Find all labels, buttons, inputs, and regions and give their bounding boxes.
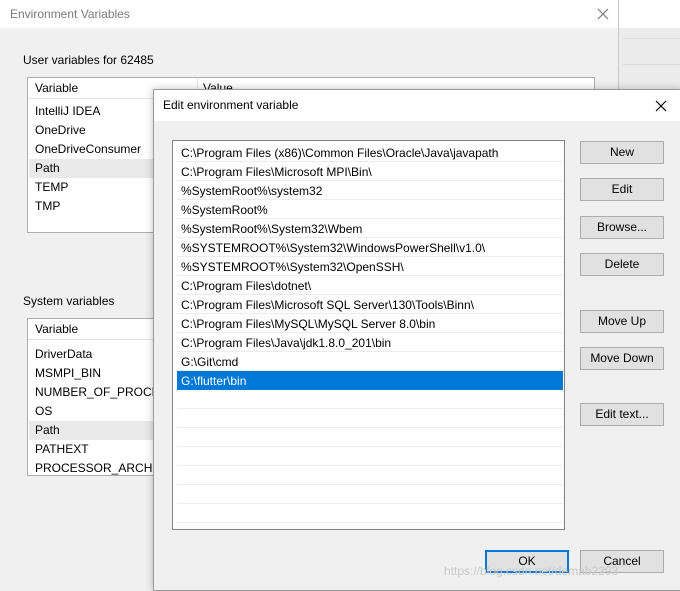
delete-button[interactable]: Delete <box>580 253 664 276</box>
path-list-item[interactable] <box>177 390 563 409</box>
path-text: C:\Program Files (x86)\Common Files\Orac… <box>181 146 499 160</box>
dialog-titlebar: Edit environment variable <box>154 90 680 121</box>
path-list-item[interactable]: %SystemRoot%\System32\Wbem <box>177 219 563 238</box>
bg-window-title: Environment Variables <box>10 7 130 21</box>
user-variable-row[interactable]: TEMP <box>35 178 68 197</box>
bg-titlebar: Environment Variables <box>0 0 618 28</box>
watermark: https://blog.csdn.net/demab2293 <box>444 564 619 578</box>
user-variable-row[interactable]: IntelliJ IDEA <box>35 102 100 121</box>
divider <box>623 38 680 39</box>
path-list[interactable]: C:\Program Files (x86)\Common Files\Orac… <box>172 140 565 530</box>
path-text: %SystemRoot%\system32 <box>181 184 323 198</box>
path-list-item[interactable] <box>177 447 563 466</box>
path-list-item[interactable]: G:\flutter\bin <box>177 371 563 390</box>
system-variable-row[interactable]: MSMPI_BIN <box>35 364 101 383</box>
path-list-item[interactable]: C:\Program Files\Microsoft MPI\Bin\ <box>177 162 563 181</box>
path-text: %SYSTEMROOT%\System32\OpenSSH\ <box>181 260 404 274</box>
path-text: G:\Git\cmd <box>181 355 239 369</box>
path-text: G:\flutter\bin <box>181 374 247 388</box>
path-text: C:\Program Files\dotnet\ <box>181 279 312 293</box>
path-list-item[interactable]: C:\Program Files (x86)\Common Files\Orac… <box>177 143 563 162</box>
move-up-button[interactable]: Move Up <box>580 310 664 333</box>
path-list-item[interactable] <box>177 409 563 428</box>
move-down-button[interactable]: Move Down <box>580 347 664 370</box>
path-list-item[interactable]: %SystemRoot%\system32 <box>177 181 563 200</box>
close-icon[interactable] <box>592 3 614 25</box>
path-list-item[interactable]: %SystemRoot% <box>177 200 563 219</box>
path-list-item[interactable]: C:\Program Files\Microsoft SQL Server\13… <box>177 295 563 314</box>
path-list-item[interactable]: C:\Program Files\MySQL\MySQL Server 8.0\… <box>177 314 563 333</box>
path-list-item[interactable]: G:\Git\cmd <box>177 352 563 371</box>
browse-button[interactable]: Browse... <box>580 216 664 239</box>
user-variable-row[interactable]: OneDrive <box>35 121 86 140</box>
system-variable-row[interactable]: OS <box>35 402 52 421</box>
system-variable-row[interactable]: PATHEXT <box>35 440 89 459</box>
path-list-item[interactable] <box>177 485 563 504</box>
path-text: C:\Program Files\Microsoft SQL Server\13… <box>181 298 474 312</box>
system-variable-row[interactable]: DriverData <box>35 345 92 364</box>
path-text: %SYSTEMROOT%\System32\WindowsPowerShell\… <box>181 241 486 255</box>
path-list-item[interactable]: %SYSTEMROOT%\System32\WindowsPowerShell\… <box>177 238 563 257</box>
path-list-item[interactable]: C:\Program Files\dotnet\ <box>177 276 563 295</box>
system-variable-row[interactable]: Path <box>35 421 60 440</box>
divider <box>623 64 680 65</box>
path-list-item[interactable] <box>177 428 563 447</box>
system-variables-label: System variables <box>23 294 115 308</box>
user-variable-row[interactable]: TMP <box>35 197 60 216</box>
path-text: C:\Program Files\Java\jdk1.8.0_201\bin <box>181 336 392 350</box>
user-variables-label: User variables for 62485 <box>23 53 154 67</box>
path-list-item[interactable]: C:\Program Files\Java\jdk1.8.0_201\bin <box>177 333 563 352</box>
new-button[interactable]: New <box>580 141 664 164</box>
user-variable-row[interactable]: Path <box>35 159 60 178</box>
path-text: C:\Program Files\Microsoft MPI\Bin\ <box>181 165 372 179</box>
path-list-item[interactable] <box>177 504 563 523</box>
path-list-item[interactable]: %SYSTEMROOT%\System32\OpenSSH\ <box>177 257 563 276</box>
user-header-variable[interactable]: Variable <box>35 81 78 95</box>
user-variable-row[interactable]: OneDriveConsumer <box>35 140 141 159</box>
path-list-item[interactable] <box>177 466 563 485</box>
edit-text-button[interactable]: Edit text... <box>580 403 664 426</box>
path-text: %SystemRoot%\System32\Wbem <box>181 222 363 236</box>
system-header-variable[interactable]: Variable <box>35 322 78 336</box>
path-text: %SystemRoot% <box>181 203 268 217</box>
edit-environment-variable-dialog: Edit environment variable C:\Program Fil… <box>153 89 680 591</box>
system-variable-row[interactable]: PROCESSOR_ARCHITE <box>35 459 171 475</box>
close-icon[interactable] <box>650 95 672 117</box>
edit-button[interactable]: Edit <box>580 178 664 201</box>
dialog-title: Edit environment variable <box>163 98 299 112</box>
path-text: C:\Program Files\MySQL\MySQL Server 8.0\… <box>181 317 436 331</box>
